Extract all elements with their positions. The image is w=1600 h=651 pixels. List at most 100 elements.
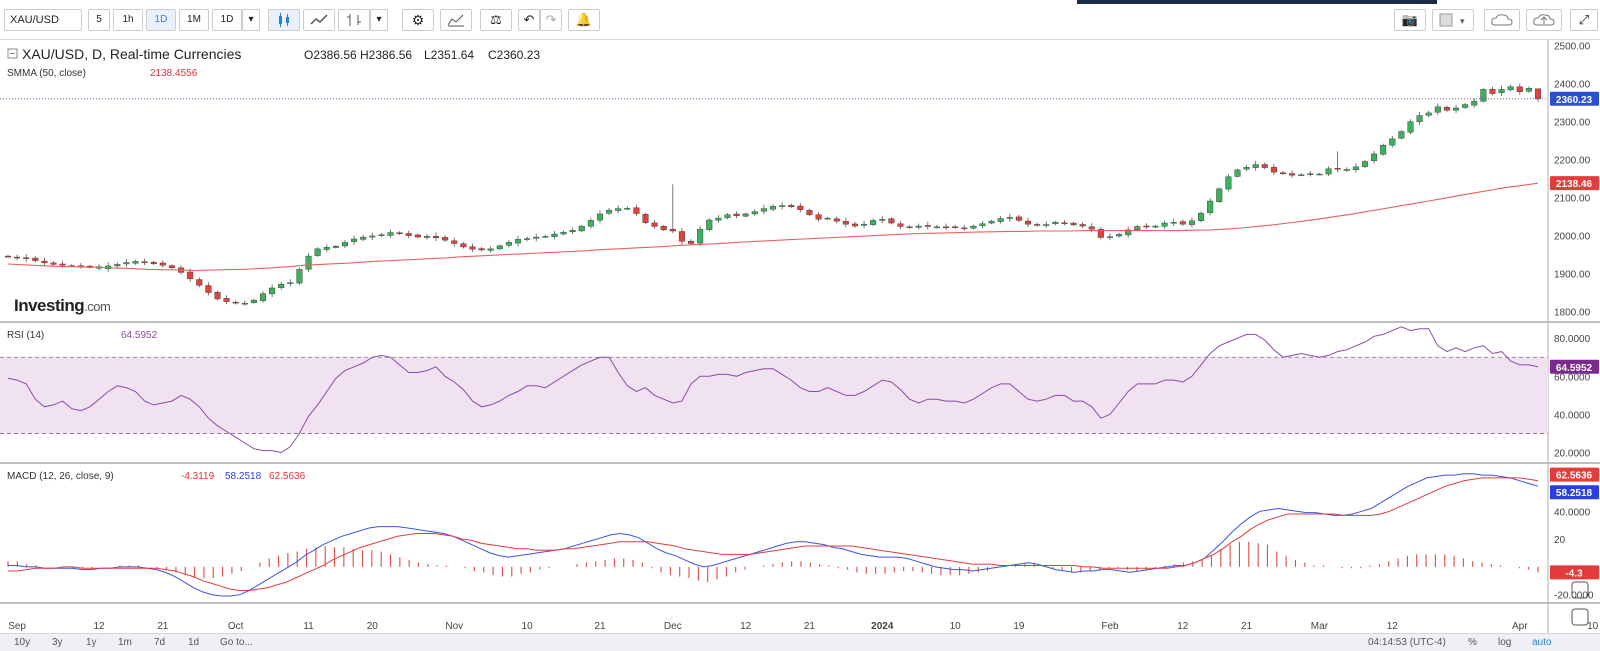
interval-1h-button[interactable]: 1h (113, 9, 143, 31)
svg-text:64.5952: 64.5952 (1556, 363, 1593, 374)
redo-icon[interactable]: ↷ (540, 9, 562, 31)
rsi-legend-label: RSI (14) (7, 330, 44, 341)
candle (706, 218, 713, 232)
candles-type-icon[interactable] (268, 9, 300, 31)
clock-readout: 04:14:53 (UTC-4) (1368, 637, 1446, 648)
svg-text:2138.46: 2138.46 (1556, 179, 1593, 190)
time-axis-label: Feb (1101, 621, 1119, 632)
rsi-band (0, 357, 1548, 434)
candle (296, 267, 303, 285)
layout-select-icon[interactable]: ▾ (1432, 9, 1474, 31)
alert-bell-icon[interactable]: 🔔 (568, 9, 600, 31)
candle (1407, 119, 1414, 135)
macd-legend-label: MACD (12, 26, close, 9) (7, 471, 114, 482)
time-axis-label: Dec (664, 621, 682, 632)
compare-scale-icon[interactable]: ⚖ (480, 9, 512, 31)
range-7d-button[interactable]: 7d (154, 637, 165, 648)
rsi-tick-label: 40.0000 (1554, 410, 1591, 421)
interval-5-button[interactable]: 5 (88, 9, 110, 31)
macd-signal-legend-value: 62.5636 (269, 471, 306, 482)
time-axis-label: 19 (1013, 621, 1025, 632)
interval-1m-button[interactable]: 1M (179, 9, 209, 31)
legend-open: O2386.56 (304, 48, 357, 62)
cloud-load-icon[interactable] (1484, 9, 1520, 31)
interval-dropdown-chevron-icon[interactable]: ▾ (242, 9, 260, 31)
macd-signal-tag: 62.5636 (1550, 467, 1599, 482)
time-axis-label: 20 (367, 621, 379, 632)
header-banner-strip (1077, 0, 1437, 4)
line-type-icon[interactable] (303, 9, 335, 31)
candle (1225, 173, 1232, 192)
chart-background (0, 40, 1600, 633)
candle (578, 224, 585, 232)
smma-legend-label: SMMA (50, close) (7, 68, 86, 79)
time-axis-label: 21 (804, 621, 816, 632)
time-axis-label: 11 (303, 621, 314, 632)
investing-logo: Investing.com (14, 296, 111, 315)
price-tick-label: 2200.00 (1554, 156, 1591, 167)
log-scale-button[interactable]: log (1498, 637, 1511, 648)
time-axis-label: Apr (1512, 621, 1528, 632)
settings-gear-icon[interactable]: ⚙ (402, 9, 434, 31)
last-price-tag: 2360.23 (1550, 91, 1599, 106)
macd-value-tag: 58.2518 (1550, 485, 1599, 500)
time-axis-label: Oct (228, 621, 244, 632)
range-3y-button[interactable]: 3y (52, 637, 63, 648)
legend-close: C2360.23 (488, 48, 540, 62)
top-toolbar: XAU/USD 5 1h 1D 1M 1D ▾ ▾ ⚙ ⚖ ↶ ↷ 🔔 📷 ▾ … (0, 0, 1600, 40)
auto-scale-button[interactable]: auto (1532, 637, 1551, 648)
macd-legend-value: 58.2518 (225, 471, 262, 482)
legend-low: L2351.64 (424, 48, 474, 62)
time-axis-label: Mar (1311, 621, 1329, 632)
macd-hist-tag: -4.3 (1550, 565, 1599, 580)
interval-custom-button[interactable]: 1D (212, 9, 242, 31)
candle (642, 212, 649, 224)
camera-icon[interactable]: 📷 (1394, 9, 1426, 31)
price-tick-label: 2500.00 (1554, 42, 1591, 53)
indicators-icon[interactable] (440, 9, 472, 31)
cloud-save-icon[interactable] (1526, 9, 1562, 31)
fullscreen-icon[interactable]: ⤢ (1570, 9, 1598, 31)
smma-legend-value: 2138.4556 (150, 68, 198, 79)
svg-text:2360.23: 2360.23 (1556, 95, 1593, 106)
time-axis-label: 12 (1177, 621, 1189, 632)
symbol-input[interactable]: XAU/USD (4, 9, 82, 31)
range-10y-button[interactable]: 10y (14, 637, 30, 648)
range-1y-button[interactable]: 1y (86, 637, 97, 648)
macd-hist-legend-value: -4.3119 (181, 471, 215, 482)
time-axis-label: 21 (157, 621, 169, 632)
rsi-legend-value: 64.5952 (121, 330, 158, 341)
candle (1480, 88, 1487, 103)
macd-tick-label: 40.0000 (1554, 507, 1591, 518)
time-axis-label: Nov (445, 621, 463, 632)
time-axis-label: 2024 (871, 621, 894, 632)
range-1m-button[interactable]: 1m (118, 637, 132, 648)
price-tick-label: 2000.00 (1554, 232, 1591, 243)
time-axis-label: 21 (1241, 621, 1253, 632)
time-axis-label: 12 (740, 621, 752, 632)
svg-text:62.5636: 62.5636 (1556, 471, 1593, 482)
percent-scale-button[interactable]: % (1468, 637, 1477, 648)
svg-text:58.2518: 58.2518 (1556, 488, 1593, 499)
time-axis-label: 12 (94, 621, 106, 632)
candle (314, 247, 321, 257)
chart-type-chevron-icon[interactable]: ▾ (370, 9, 388, 31)
rsi-tick-label: 60.0000 (1554, 372, 1591, 383)
svg-text:▾: ▾ (1460, 17, 1465, 27)
time-axis-label: 12 (1387, 621, 1399, 632)
price-tick-label: 2300.00 (1554, 118, 1591, 129)
candle (305, 253, 312, 273)
goto-button[interactable]: Go to... (220, 637, 253, 648)
undo-icon[interactable]: ↶ (518, 9, 540, 31)
range-1d-button[interactable]: 1d (188, 637, 199, 648)
price-tick-label: 1800.00 (1554, 308, 1591, 319)
rsi-tick-label: 80.0000 (1554, 334, 1591, 345)
bars-type-icon[interactable] (338, 9, 370, 31)
time-axis-label: 10 (522, 621, 534, 632)
candle (1380, 143, 1387, 156)
interval-1d-button[interactable]: 1D (146, 9, 176, 31)
price-chart[interactable]: 1800.00 1900.00 2000.00 2100.00 2200.00 2300.… (0, 40, 1600, 633)
candle (1216, 187, 1223, 204)
rsi-tick-label: 20.0000 (1554, 448, 1591, 459)
candle (1234, 168, 1241, 178)
